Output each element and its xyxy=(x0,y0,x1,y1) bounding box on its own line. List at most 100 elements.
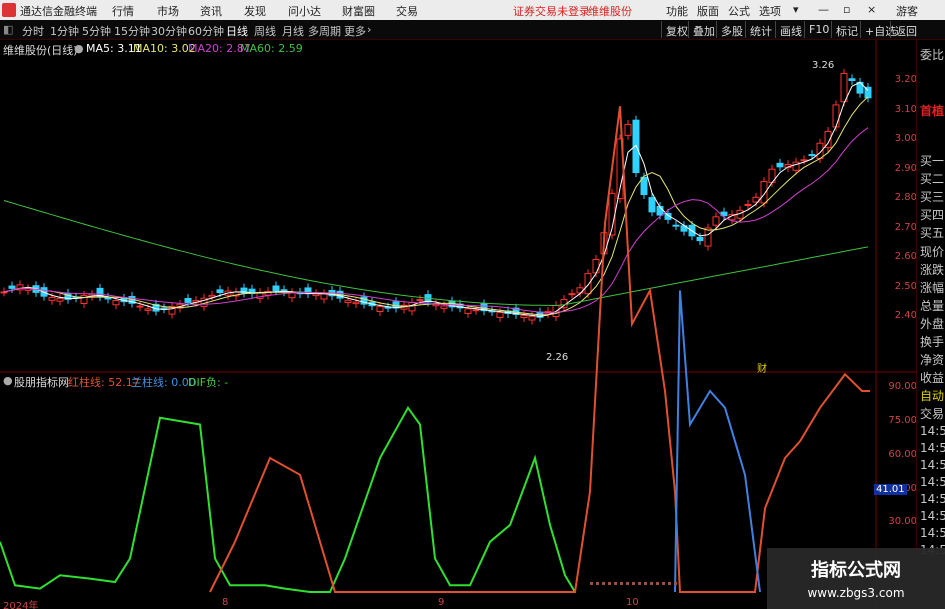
candle-body xyxy=(136,305,144,308)
app-title: 通达信金融终端 xyxy=(20,5,97,18)
indicator-bar xyxy=(608,581,611,585)
close-icon[interactable]: × xyxy=(867,3,876,16)
menu-gongshi[interactable]: 公式 xyxy=(728,3,750,19)
candle-body xyxy=(568,293,576,296)
menu-item-zixun[interactable]: 资讯 xyxy=(200,3,222,19)
guest-label[interactable]: 游客 xyxy=(896,3,918,19)
dropdown-icon[interactable]: ▾ xyxy=(793,3,799,16)
candle-body xyxy=(672,224,680,227)
btn-diejia[interactable]: 叠加 xyxy=(688,21,719,38)
candle-body xyxy=(592,258,600,274)
candle-body xyxy=(416,299,424,302)
menu-item-jiaoyi[interactable]: 交易 xyxy=(396,3,418,19)
login-status[interactable]: 证券交易未登录 xyxy=(513,3,590,19)
candle-body xyxy=(712,216,720,226)
candle-body xyxy=(8,285,16,289)
rp-buy1: 买一 xyxy=(920,154,945,168)
candles-group xyxy=(0,69,872,325)
indicator-bar xyxy=(596,581,599,585)
indicator-bar xyxy=(656,581,659,585)
rp-trade: 交易 xyxy=(920,407,945,421)
btn-tongji[interactable]: 统计 xyxy=(745,21,776,38)
btn-duogu[interactable]: 多股 xyxy=(716,21,747,38)
tab-5min[interactable]: 5分钟 xyxy=(82,23,111,39)
menu-item-hangqing[interactable]: 行情 xyxy=(112,3,134,19)
app-logo-icon xyxy=(2,3,16,17)
candle-body xyxy=(216,289,224,294)
candle-body xyxy=(800,159,808,162)
candle-body xyxy=(440,305,448,309)
rp-turnover: 换手 xyxy=(920,335,945,349)
menu-gongneng[interactable]: 功能 xyxy=(666,3,688,19)
candle-body xyxy=(144,308,152,311)
collapse-icon[interactable]: ◧ xyxy=(3,23,13,36)
tab-30min[interactable]: 30分钟 xyxy=(151,23,187,39)
tab-more[interactable]: 更多 xyxy=(344,23,366,39)
candle-body xyxy=(648,197,656,213)
indicator-bar xyxy=(620,581,623,585)
low-price-label: 2.26 xyxy=(546,352,569,363)
menu-banmian[interactable]: 版面 xyxy=(697,3,719,19)
sub-settings-icon[interactable]: ● xyxy=(3,374,13,387)
kline-chart[interactable] xyxy=(0,40,916,609)
btn-back[interactable]: 返回 xyxy=(890,21,921,38)
y-tick: 3.00 xyxy=(894,133,917,144)
indicator-bar xyxy=(602,581,605,585)
minimize-icon[interactable]: — xyxy=(818,3,829,16)
blue-bar-label: 兰柱线: 0.00 xyxy=(131,376,196,389)
candle-body xyxy=(56,297,64,302)
menu-item-wenxiaoda[interactable]: 问小达 xyxy=(288,3,321,19)
x-label-year: 2024年 xyxy=(3,601,39,609)
candle-body xyxy=(464,308,472,314)
sub-indicator-group xyxy=(0,106,870,593)
tab-60min[interactable]: 60分钟 xyxy=(188,23,224,39)
rp-change: 涨跌 xyxy=(920,263,945,277)
rp-outer: 外盘 xyxy=(920,317,945,331)
tab-monthly[interactable]: 月线 xyxy=(282,23,304,39)
quote-panel: 委比 首植 买一 买二 买三 买四 买五 现价 涨跌 涨幅 总量 外盘 换手 净… xyxy=(916,40,945,609)
y-tick: 3.20 xyxy=(894,74,917,85)
tab-15min[interactable]: 15分钟 xyxy=(114,23,150,39)
menu-item-shichang[interactable]: 市场 xyxy=(157,3,179,19)
rp-buy2: 买二 xyxy=(920,172,945,186)
tab-daily[interactable]: 日线 xyxy=(226,23,248,39)
tab-weekly[interactable]: 周线 xyxy=(254,23,276,39)
candle-body xyxy=(520,314,528,319)
sub-y-tick: 60.00 xyxy=(888,449,917,460)
menu-item-faxian[interactable]: 发现 xyxy=(244,3,266,19)
tab-1min[interactable]: 1分钟 xyxy=(50,23,79,39)
tab-fenshi[interactable]: 分时 xyxy=(22,23,44,39)
ma-lines-group xyxy=(3,81,869,317)
btn-biaoji[interactable]: 标记 xyxy=(831,21,862,38)
y-tick: 2.80 xyxy=(894,192,917,203)
rp-auto[interactable]: 自动 xyxy=(920,387,944,404)
candle-body xyxy=(48,296,56,301)
indicator-bar xyxy=(644,581,647,585)
x-label-oct: 10 xyxy=(626,597,639,608)
rp-weibi: 委比 xyxy=(920,48,945,62)
candle-body xyxy=(704,227,712,247)
candle-body xyxy=(160,307,168,310)
tab-multi[interactable]: 多周期 xyxy=(308,23,341,39)
menu-item-caifuquan[interactable]: 财富圈 xyxy=(342,3,375,19)
restore-icon[interactable]: ▫ xyxy=(843,3,850,16)
finance-marker[interactable]: 财 xyxy=(757,360,767,375)
rp-volume: 总量 xyxy=(920,299,945,313)
candle-body xyxy=(184,298,192,303)
candle-body xyxy=(344,299,352,304)
chevron-right-icon[interactable]: › xyxy=(367,23,371,36)
rp-pct: 涨幅 xyxy=(920,281,945,295)
btn-huaxian[interactable]: 画线 xyxy=(775,21,806,38)
period-tabbar: ◧ 分时 1分钟 5分钟 15分钟 30分钟 60分钟 日线 周线 月线 多周期… xyxy=(0,20,945,40)
rp-buy4: 买四 xyxy=(920,208,945,222)
green-indicator-line xyxy=(0,405,576,593)
ma10-line xyxy=(3,96,869,316)
btn-f10[interactable]: F10 xyxy=(804,21,833,38)
high-price-label: 3.26 xyxy=(812,60,835,71)
menu-xuanxiang[interactable]: 选项 xyxy=(759,3,781,19)
candle-body xyxy=(808,154,816,157)
candle-body xyxy=(832,104,840,128)
indicator-bar xyxy=(674,581,677,585)
rp-time: 14:56 xyxy=(920,458,945,472)
sub-y-tick: 75.00 xyxy=(888,415,917,426)
